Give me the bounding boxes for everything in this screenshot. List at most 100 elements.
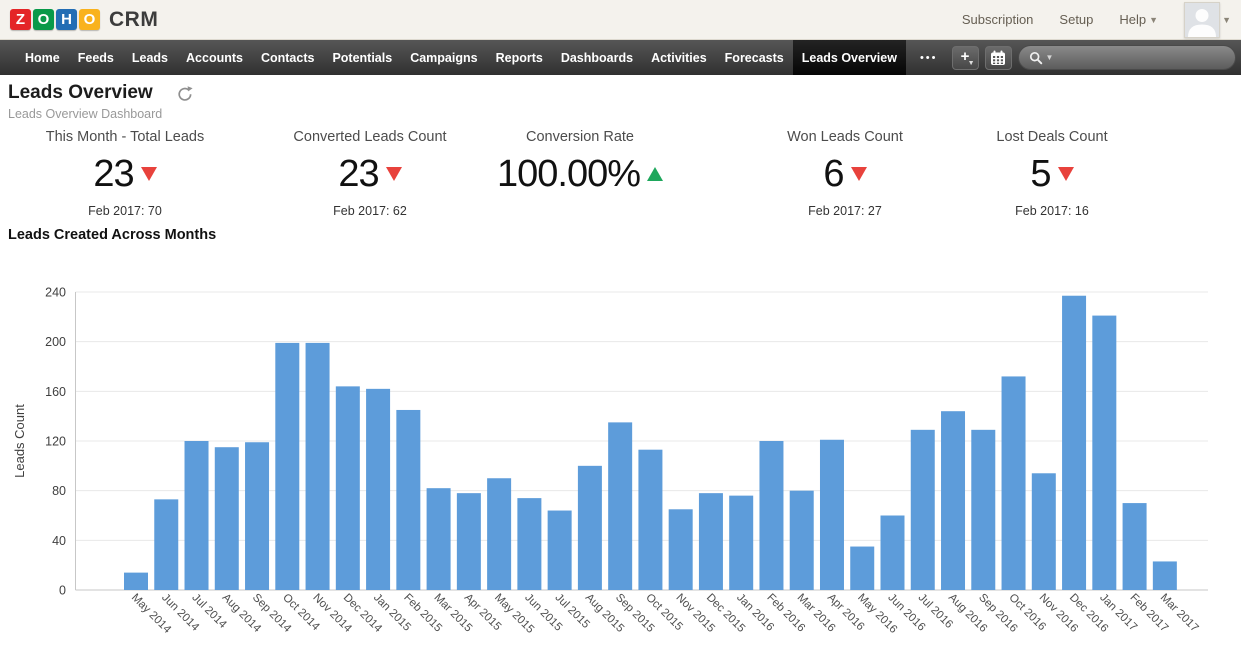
main-nav: Home Feeds Leads Accounts Contacts Potentials… xyxy=(0,40,1241,75)
kpi-value: 5 xyxy=(1030,152,1051,195)
bar-mar-2016[interactable] xyxy=(789,490,814,590)
zoho-logo-tile-0: Z xyxy=(10,9,31,30)
chart-section-heading: Leads Created Across Months xyxy=(8,227,217,243)
bar-sep-2014[interactable] xyxy=(245,442,270,590)
kpi-compare: Feb 2017: 62 xyxy=(333,204,407,218)
bar-jul-2016[interactable] xyxy=(910,429,935,590)
bar-jun-2015[interactable] xyxy=(517,498,542,590)
bar-sep-2015[interactable] xyxy=(608,422,633,590)
user-silhouette-icon xyxy=(1185,2,1220,37)
quick-add-button[interactable]: + ▼ xyxy=(951,45,979,70)
nav-tab-leads[interactable]: Leads xyxy=(123,40,177,75)
y-tick-label: 120 xyxy=(45,435,66,449)
help-menu[interactable]: Help ▼ xyxy=(1119,12,1158,27)
bar-jun-2014[interactable] xyxy=(154,499,179,590)
bar-apr-2016[interactable] xyxy=(819,439,844,590)
y-tick-label: 40 xyxy=(52,534,66,548)
zoho-logo-tile-3: O xyxy=(79,9,100,30)
bar-oct-2016[interactable] xyxy=(1001,376,1026,590)
app-header: ZOHO CRM Subscription Setup Help ▼ ▼ xyxy=(0,0,1241,40)
bar-nov-2014[interactable] xyxy=(305,342,330,590)
zoho-logo-tile-1: O xyxy=(33,9,54,30)
kpi-value-wrap: 5 xyxy=(927,152,1177,196)
trend-down-icon xyxy=(385,167,402,181)
bar-apr-2015[interactable] xyxy=(456,493,481,590)
y-tick-label: 0 xyxy=(59,584,66,598)
bar-jan-2017[interactable] xyxy=(1092,315,1117,590)
nav-tab-contacts[interactable]: Contacts xyxy=(252,40,323,75)
page-subtitle: Leads Overview Dashboard xyxy=(8,107,163,121)
bar-jan-2016[interactable] xyxy=(729,495,754,590)
bar-dec-2015[interactable] xyxy=(698,493,723,590)
refresh-button[interactable] xyxy=(176,85,194,103)
user-menu[interactable]: ▼ xyxy=(1184,1,1231,38)
kpi-label: Conversion Rate xyxy=(526,129,634,145)
kpi-row: This Month - Total Leads 23 Feb 2017: 70 Co… xyxy=(0,129,1241,224)
trend-up-icon xyxy=(647,167,663,181)
bar-jul-2015[interactable] xyxy=(547,510,572,590)
bar-oct-2014[interactable] xyxy=(275,342,300,590)
nav-tab-accounts[interactable]: Accounts xyxy=(177,40,252,75)
kpi-lost-deals-count: Lost Deals Count 5 Feb 2017: 16 xyxy=(927,129,1177,218)
kpi-value-wrap: 23 xyxy=(0,152,250,196)
nav-tab-home[interactable]: Home xyxy=(16,40,69,75)
search-input[interactable] xyxy=(1056,50,1225,65)
kpi-label: This Month - Total Leads xyxy=(45,129,205,145)
bar-aug-2014[interactable] xyxy=(214,447,239,590)
calendar-icon xyxy=(991,50,1005,65)
bar-jan-2015[interactable] xyxy=(366,388,391,590)
kpi-value: 6 xyxy=(823,152,844,195)
nav-tab-forecasts[interactable]: Forecasts xyxy=(716,40,793,75)
calendar-button[interactable] xyxy=(984,45,1012,70)
nav-tab-campaigns[interactable]: Campaigns xyxy=(401,40,486,75)
bar-sep-2016[interactable] xyxy=(971,429,996,590)
chevron-down-icon: ▼ xyxy=(967,59,975,67)
y-axis-title: Leads Count xyxy=(12,404,27,478)
setup-link[interactable]: Setup xyxy=(1059,12,1093,27)
zoho-logo-tile-2: H xyxy=(56,9,77,30)
bar-feb-2017[interactable] xyxy=(1122,503,1147,590)
chevron-down-icon: ▼ xyxy=(1222,14,1231,25)
bar-jul-2014[interactable] xyxy=(184,441,209,590)
bar-nov-2016[interactable] xyxy=(1031,473,1056,590)
nav-tab-reports[interactable]: Reports xyxy=(487,40,552,75)
y-tick-label: 200 xyxy=(45,335,66,349)
bar-may-2016[interactable] xyxy=(850,546,875,590)
trend-down-icon xyxy=(1057,167,1074,181)
bar-feb-2015[interactable] xyxy=(396,409,421,590)
y-tick-label: 160 xyxy=(45,385,66,399)
bar-dec-2014[interactable] xyxy=(335,386,360,590)
zoho-crm-leads-overview-page: { "header": { "logo_letters": [ { "char"… xyxy=(0,0,1241,648)
bar-mar-2015[interactable] xyxy=(426,488,451,590)
zoho-logo-tiles: ZOHO xyxy=(10,9,100,30)
bar-may-2015[interactable] xyxy=(487,478,512,590)
kpi-label: Lost Deals Count xyxy=(996,129,1108,145)
nav-overflow-button[interactable]: ••• xyxy=(906,40,952,75)
zoho-crm-logo[interactable]: ZOHO CRM xyxy=(10,8,158,32)
nav-tab-feeds[interactable]: Feeds xyxy=(69,40,123,75)
nav-tab-potentials[interactable]: Potentials xyxy=(323,40,401,75)
bar-mar-2017[interactable] xyxy=(1152,561,1177,590)
trend-down-icon xyxy=(850,167,867,181)
chevron-down-icon: ▼ xyxy=(1149,15,1159,25)
bar-dec-2016[interactable] xyxy=(1062,295,1087,590)
y-tick-label: 80 xyxy=(52,484,66,498)
kpi-conversion-rate: Conversion Rate 100.00% xyxy=(455,129,705,204)
bar-nov-2015[interactable] xyxy=(668,509,693,590)
subscription-link[interactable]: Subscription xyxy=(962,12,1034,27)
nav-tab-activities[interactable]: Activities xyxy=(642,40,716,75)
brand-name: CRM xyxy=(109,7,159,31)
nav-tab-leads-overview[interactable]: Leads Overview xyxy=(792,40,906,75)
kpi-value: 100.00% xyxy=(496,152,641,195)
bar-oct-2015[interactable] xyxy=(638,449,663,590)
bar-jun-2016[interactable] xyxy=(880,515,905,591)
kpi-this-month-total-leads: This Month - Total Leads 23 Feb 2017: 70 xyxy=(0,129,250,218)
bar-feb-2016[interactable] xyxy=(759,441,784,590)
nav-tab-dashboards[interactable]: Dashboards xyxy=(552,40,642,75)
global-search[interactable]: ▼ xyxy=(1017,45,1236,70)
bar-aug-2016[interactable] xyxy=(941,411,966,590)
bar-may-2014[interactable] xyxy=(124,572,148,590)
bar-aug-2015[interactable] xyxy=(577,465,602,590)
avatar[interactable] xyxy=(1184,1,1221,38)
leads-created-chart: 0 40 80 120 160 200 240 May 2014 Jun 2014 Jul 201… xyxy=(0,280,1241,648)
